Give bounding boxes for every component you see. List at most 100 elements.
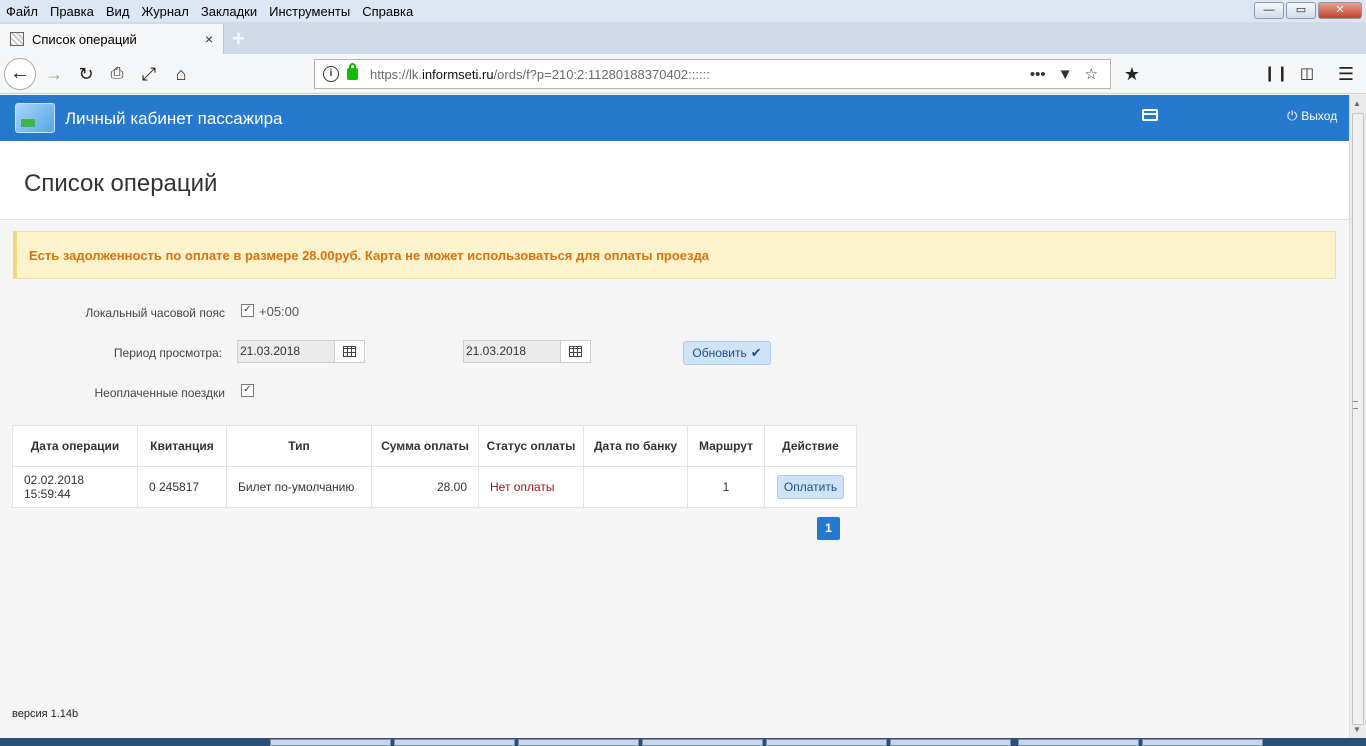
page-title-bar: Список операций xyxy=(0,141,1349,220)
app-version: версия 1.14b xyxy=(12,708,79,720)
scroll-up-icon[interactable]: ▲ xyxy=(1353,99,1361,108)
browser-menubar: Файл Правка Вид Журнал Закладки Инструме… xyxy=(0,0,1366,22)
unpaid-trips-checkbox[interactable]: ✓ xyxy=(241,384,254,397)
logout-button[interactable]: ⏻ Выход xyxy=(1287,108,1337,124)
operations-table: Дата операции Квитанция Тип Сумма оплаты… xyxy=(12,425,857,508)
tab-operations[interactable]: Список операций × xyxy=(0,24,224,54)
timezone-checkbox[interactable]: ✓ xyxy=(241,304,254,317)
fullscreen-icon[interactable]: ⤢ xyxy=(135,60,163,88)
app-title[interactable]: Личный кабинет пассажира xyxy=(65,109,283,129)
restore-button[interactable]: ▭ xyxy=(1286,2,1316,19)
calendar-icon[interactable] xyxy=(335,341,364,362)
pagination-page-1[interactable]: 1 xyxy=(817,517,840,540)
menu-view[interactable]: Вид xyxy=(106,4,130,19)
table-row: 02.02.2018 15:59:44 0 245817 Билет по-ум… xyxy=(12,466,857,508)
address-bar[interactable]: i https://lk.informseti.ru/ords/f?p=210:… xyxy=(314,59,1111,89)
tab-close-icon[interactable]: × xyxy=(205,31,213,47)
date-from-input[interactable]: 21.03.2018 xyxy=(238,341,335,362)
checkmark-icon: ✔ xyxy=(750,345,762,360)
cell-bank-date xyxy=(583,466,688,508)
taskbar-item[interactable] xyxy=(642,739,763,746)
page-title: Список операций xyxy=(24,170,218,197)
nav-toolbar: ← → ↻ ⎙ ⤢ ⌂ i https://lk.informseti.ru/o… xyxy=(0,54,1366,94)
back-arrow-icon[interactable]: ← xyxy=(4,58,36,90)
print-icon[interactable]: ⎙ xyxy=(103,60,131,88)
library-icon[interactable]: ❙❙ xyxy=(1262,60,1290,88)
new-tab-icon[interactable]: + xyxy=(232,26,245,52)
hamburger-menu-icon[interactable]: ☰ xyxy=(1332,60,1360,88)
power-icon: ⏻ xyxy=(1287,108,1298,123)
bookmark-star-icon[interactable]: ☆ xyxy=(1085,65,1098,83)
cell-action: Оплатить xyxy=(764,466,857,508)
home-icon[interactable]: ⌂ xyxy=(167,60,195,88)
app-logo-icon[interactable] xyxy=(15,103,55,133)
menu-help[interactable]: Справка xyxy=(362,4,413,19)
date-to-field[interactable]: 21.03.2018 xyxy=(463,340,591,363)
minimize-button[interactable]: — xyxy=(1254,2,1284,19)
col-type[interactable]: Тип xyxy=(226,425,372,467)
taskbar-item[interactable] xyxy=(890,739,1011,746)
table-header-row: Дата операции Квитанция Тип Сумма оплаты… xyxy=(12,425,857,467)
date-from-field[interactable]: 21.03.2018 xyxy=(237,340,365,363)
refresh-label: Обновить xyxy=(692,346,747,360)
debt-alert: Есть задолженность по оплате в размере 2… xyxy=(13,231,1336,279)
url-host: informseti.ru xyxy=(422,66,494,82)
alert-text: Есть задолженность по оплате в размере 2… xyxy=(29,247,709,263)
cell-operation-date: 02.02.2018 15:59:44 xyxy=(12,466,138,508)
window-controls: — ▭ ✕ xyxy=(1254,2,1362,19)
cell-payment-status: Нет оплаты xyxy=(478,466,584,508)
url-text[interactable]: https://lk.informseti.ru/ords/f?p=210:2:… xyxy=(370,67,1030,82)
col-bank-date[interactable]: Дата по банку xyxy=(583,425,688,467)
scroll-down-icon[interactable]: ▼ xyxy=(1353,725,1361,734)
menu-tools[interactable]: Инструменты xyxy=(269,4,350,19)
page-viewport: Личный кабинет пассажира ⏻ Выход Список … xyxy=(0,95,1349,746)
taskbar-item[interactable] xyxy=(1142,739,1263,746)
date-to-input[interactable]: 21.03.2018 xyxy=(464,341,561,362)
cell-type: Билет по-умолчанию xyxy=(226,466,372,508)
page-actions-icon[interactable]: ••• xyxy=(1030,66,1046,83)
downloads-icon[interactable]: ★ xyxy=(1118,60,1146,88)
tab-strip: Список операций × + xyxy=(0,22,1366,54)
timezone-label: Локальный часовой пояс xyxy=(85,306,225,320)
pay-button[interactable]: Оплатить xyxy=(777,475,844,499)
reload-icon[interactable]: ↻ xyxy=(72,60,100,88)
app-header: Личный кабинет пассажира ⏻ Выход xyxy=(0,95,1349,141)
lock-icon[interactable] xyxy=(347,63,358,80)
forward-arrow-icon[interactable]: → xyxy=(40,60,68,88)
col-amount[interactable]: Сумма оплаты xyxy=(371,425,479,467)
menu-bookmarks[interactable]: Закладки xyxy=(201,4,257,19)
col-payment-status[interactable]: Статус оплаты xyxy=(478,425,584,467)
timezone-value: +05:00 xyxy=(259,304,300,319)
taskbar-item[interactable] xyxy=(518,739,639,746)
url-prefix: https://lk. xyxy=(370,66,423,82)
sidebar-icon[interactable]: ◫ xyxy=(1293,60,1321,88)
col-route[interactable]: Маршрут xyxy=(687,425,765,467)
tab-title: Список операций xyxy=(32,31,137,47)
favicon-icon xyxy=(10,32,24,46)
unpaid-trips-label: Неоплаченные поездки xyxy=(94,386,225,400)
page-scrollbar[interactable]: ▲ ▼ xyxy=(1349,95,1366,746)
calendar-icon[interactable] xyxy=(561,341,590,362)
refresh-button[interactable]: Обновить ✔ xyxy=(683,341,771,365)
taskbar-item[interactable] xyxy=(1018,739,1139,746)
col-receipt[interactable]: Квитанция xyxy=(137,425,227,467)
credit-card-icon[interactable] xyxy=(1142,109,1158,121)
scrollbar-thumb[interactable] xyxy=(1352,113,1364,725)
taskbar-item[interactable] xyxy=(766,739,887,746)
menu-edit[interactable]: Правка xyxy=(50,4,94,19)
os-taskbar xyxy=(0,738,1366,746)
period-label: Период просмотра: xyxy=(113,346,222,360)
taskbar-item[interactable] xyxy=(394,739,515,746)
url-path: /ords/f?p=210:2:11280188370402:::::: xyxy=(493,66,710,82)
cell-amount: 28.00 xyxy=(371,466,479,508)
close-window-button[interactable]: ✕ xyxy=(1318,2,1362,19)
pocket-icon[interactable]: ▼ xyxy=(1058,66,1073,83)
scrollbar-grip-icon xyxy=(1353,401,1358,409)
info-icon[interactable]: i xyxy=(323,66,339,82)
col-operation-date[interactable]: Дата операции xyxy=(12,425,138,467)
cell-route: 1 xyxy=(687,466,765,508)
menu-history[interactable]: Журнал xyxy=(141,4,188,19)
menu-file[interactable]: Файл xyxy=(6,4,38,19)
col-action: Действие xyxy=(764,425,857,467)
taskbar-item[interactable] xyxy=(270,739,391,746)
